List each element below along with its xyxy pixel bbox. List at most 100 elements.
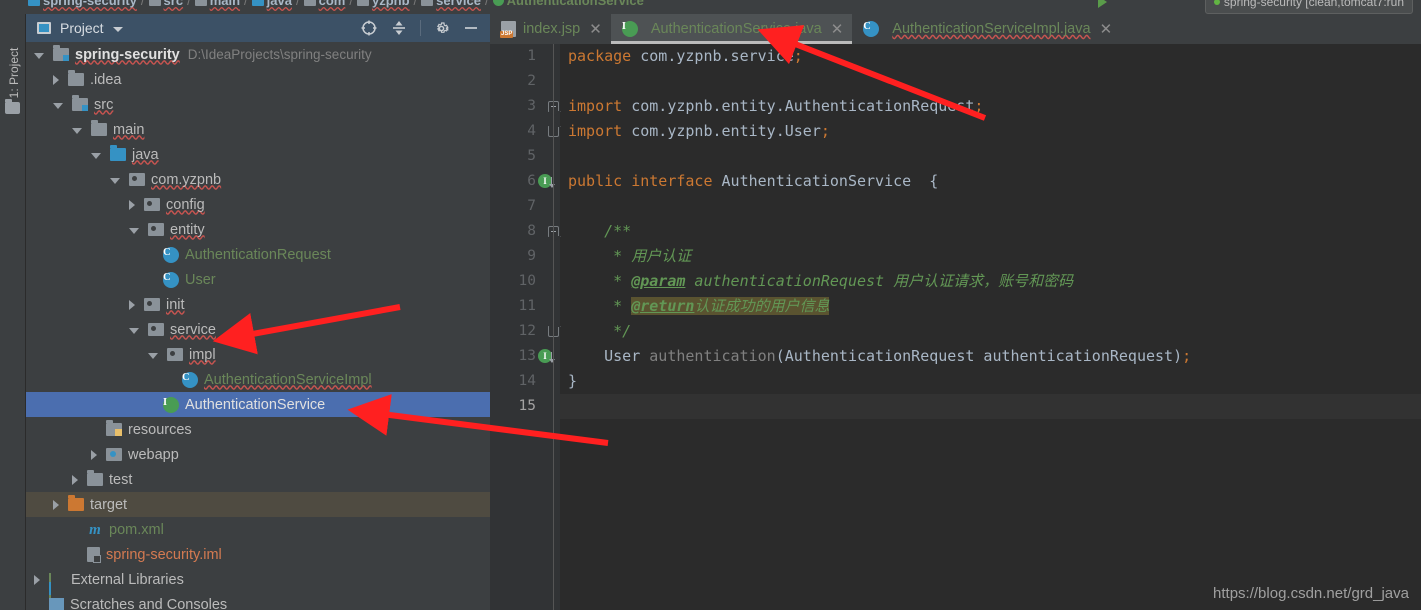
chevron-down-icon[interactable]	[148, 353, 158, 359]
code-line-text: /**	[560, 219, 1421, 244]
run-button-icon[interactable]	[1098, 0, 1107, 8]
tree-node-spring-security-iml[interactable]: spring-security.iml	[26, 542, 490, 567]
run-configuration-selector[interactable]: spring-security [clean,tomcat7:run	[1204, 0, 1413, 14]
breadcrumb-item-6[interactable]: service	[436, 0, 481, 8]
breadcrumb-item-1[interactable]: src	[164, 0, 184, 8]
implemented-marker-icon[interactable]: I	[538, 174, 555, 188]
gutter-line[interactable]: 11	[490, 294, 560, 319]
tree-node-webapp[interactable]: webapp	[26, 442, 490, 467]
breadcrumb-item-4[interactable]: com	[319, 0, 346, 8]
gutter-line[interactable]: 7	[490, 194, 560, 219]
code-line[interactable]: * 用户认证	[560, 244, 1421, 269]
breadcrumb[interactable]: spring-security / src / main / java / com / yzpnb /…	[28, 0, 644, 11]
implemented-marker-icon[interactable]: I	[538, 349, 555, 363]
tree-node-scratches-and-consoles[interactable]: Scratches and Consoles	[26, 592, 490, 610]
breadcrumb-item-5[interactable]: yzpnb	[372, 0, 410, 8]
collapse-all-icon[interactable]	[390, 19, 408, 37]
breadcrumb-item-0[interactable]: spring-security	[43, 0, 137, 8]
code-line[interactable]: /**	[560, 219, 1421, 244]
code-line[interactable]: import com.yzpnb.entity.AuthenticationRe…	[560, 94, 1421, 119]
tree-node-target[interactable]: target	[26, 492, 490, 517]
code-line[interactable]	[560, 144, 1421, 169]
editor-tab-index-jsp[interactable]: index.jsp ✕	[490, 14, 611, 44]
gutter-line[interactable]: 1	[490, 44, 560, 69]
source-code[interactable]: package com.yzpnb.service; import com.yz…	[560, 44, 1421, 610]
tree-node-main[interactable]: main	[26, 117, 490, 142]
chevron-down-icon[interactable]	[72, 128, 82, 134]
chevron-down-icon[interactable]	[91, 153, 101, 159]
tree-node-pom-xml[interactable]: m pom.xml	[26, 517, 490, 542]
code-line[interactable]	[560, 394, 1421, 419]
chevron-right-icon[interactable]	[91, 449, 97, 460]
breadcrumb-item-7[interactable]: AuthenticationService	[507, 0, 644, 8]
tree-node-label: AuthenticationService	[185, 396, 326, 413]
tree-node-com-yzpnb[interactable]: com.yzpnb	[26, 167, 490, 192]
hide-panel-icon[interactable]	[462, 19, 480, 37]
editor-tab-authenticationserviceimpl-java[interactable]: C AuthenticationServiceImpl.java ✕	[852, 14, 1121, 44]
chevron-right-icon[interactable]	[53, 499, 59, 510]
gutter-line[interactable]: 10	[490, 269, 560, 294]
gutter-line[interactable]: 3	[490, 94, 560, 119]
code-line[interactable]: * @return认证成功的用户信息	[560, 294, 1421, 319]
gutter-line[interactable]: 12	[490, 319, 560, 344]
tree-node-service[interactable]: service	[26, 317, 490, 342]
tree-node-authenticationrequest[interactable]: C AuthenticationRequest	[26, 242, 490, 267]
tree-node-test[interactable]: test	[26, 467, 490, 492]
tree-node-resources[interactable]: resources	[26, 417, 490, 442]
gutter-line[interactable]: 13 I	[490, 344, 560, 369]
editor-tab-authenticationservice-java[interactable]: I AuthenticationService.java ✕	[610, 14, 853, 44]
gutter-line[interactable]: 14	[490, 369, 560, 394]
close-icon[interactable]: ✕	[831, 20, 844, 38]
chevron-down-icon[interactable]	[112, 26, 123, 32]
gutter-line[interactable]: 15	[490, 394, 560, 419]
code-line[interactable]: User authentication(AuthenticationReques…	[560, 344, 1421, 369]
breadcrumb-item-3[interactable]: java	[267, 0, 292, 8]
tree-node-authenticationserviceimpl[interactable]: C AuthenticationServiceImpl	[26, 367, 490, 392]
code-line[interactable]: */	[560, 319, 1421, 344]
tree-node-init[interactable]: init	[26, 292, 490, 317]
tree-node-user[interactable]: C User	[26, 267, 490, 292]
chevron-right-icon[interactable]	[53, 74, 59, 85]
code-line[interactable]	[560, 194, 1421, 219]
chevron-right-icon[interactable]	[34, 574, 40, 585]
tree-node-src[interactable]: src	[26, 92, 490, 117]
close-icon[interactable]: ✕	[589, 20, 602, 38]
favorites-folder-icon[interactable]	[5, 99, 20, 114]
code-line[interactable]: package com.yzpnb.service;	[560, 44, 1421, 69]
gutter-line[interactable]: 5	[490, 144, 560, 169]
code-line[interactable]: }	[560, 369, 1421, 394]
gutter-line[interactable]: 6I	[490, 169, 560, 194]
settings-gear-icon[interactable]	[433, 20, 450, 37]
tree-node-entity[interactable]: entity	[26, 217, 490, 242]
code-line[interactable]	[560, 69, 1421, 94]
editor-gutter[interactable]: 1 2 3 4 5 6 I 7 8 9 10 11 12 13 I 14 15	[490, 44, 560, 610]
project-tree[interactable]: spring-security D:\IdeaProjects\spring-se…	[26, 42, 490, 610]
chevron-down-icon[interactable]	[34, 53, 44, 59]
gutter-line[interactable]: 8	[490, 219, 560, 244]
chevron-right-icon[interactable]	[72, 474, 78, 485]
editor-tab-bar[interactable]: index.jsp ✕ I AuthenticationService.java ✕ CA…	[490, 14, 1421, 44]
tree-node-java[interactable]: java	[26, 142, 490, 167]
close-icon[interactable]: ✕	[1100, 20, 1113, 38]
chevron-right-icon[interactable]	[129, 199, 135, 210]
breadcrumb-item-2[interactable]: main	[210, 0, 240, 8]
code-line[interactable]: import com.yzpnb.entity.User;	[560, 119, 1421, 144]
chevron-down-icon[interactable]	[129, 328, 139, 334]
chevron-down-icon[interactable]	[129, 228, 139, 234]
tree-node-impl[interactable]: impl	[26, 342, 490, 367]
chevron-right-icon[interactable]	[129, 299, 135, 310]
chevron-down-icon[interactable]	[110, 178, 120, 184]
gutter-line[interactable]: 4	[490, 119, 560, 144]
gutter-line[interactable]: 2	[490, 69, 560, 94]
tree-node-external-libraries[interactable]: External Libraries	[26, 567, 490, 610]
code-line[interactable]: * @param authenticationRequest 用户认证请求，账号…	[560, 269, 1421, 294]
tree-node-spring-security[interactable]: spring-security D:\IdeaProjects\spring-se…	[26, 42, 490, 67]
tree-node--idea[interactable]: .idea	[26, 67, 490, 92]
code-line[interactable]: public interface AuthenticationService {	[560, 169, 1421, 194]
locate-icon[interactable]	[360, 19, 378, 37]
chevron-down-icon[interactable]	[53, 103, 63, 109]
gutter-line[interactable]: 9	[490, 244, 560, 269]
code-editor[interactable]: 1 2 3 4 5 6 I 7 8 9 10 11 12 13 I 14 15 package com.yzpn…	[490, 44, 1421, 610]
tree-node-authenticationservice[interactable]: I AuthenticationService	[26, 392, 490, 417]
tree-node-config[interactable]: config	[26, 192, 490, 217]
